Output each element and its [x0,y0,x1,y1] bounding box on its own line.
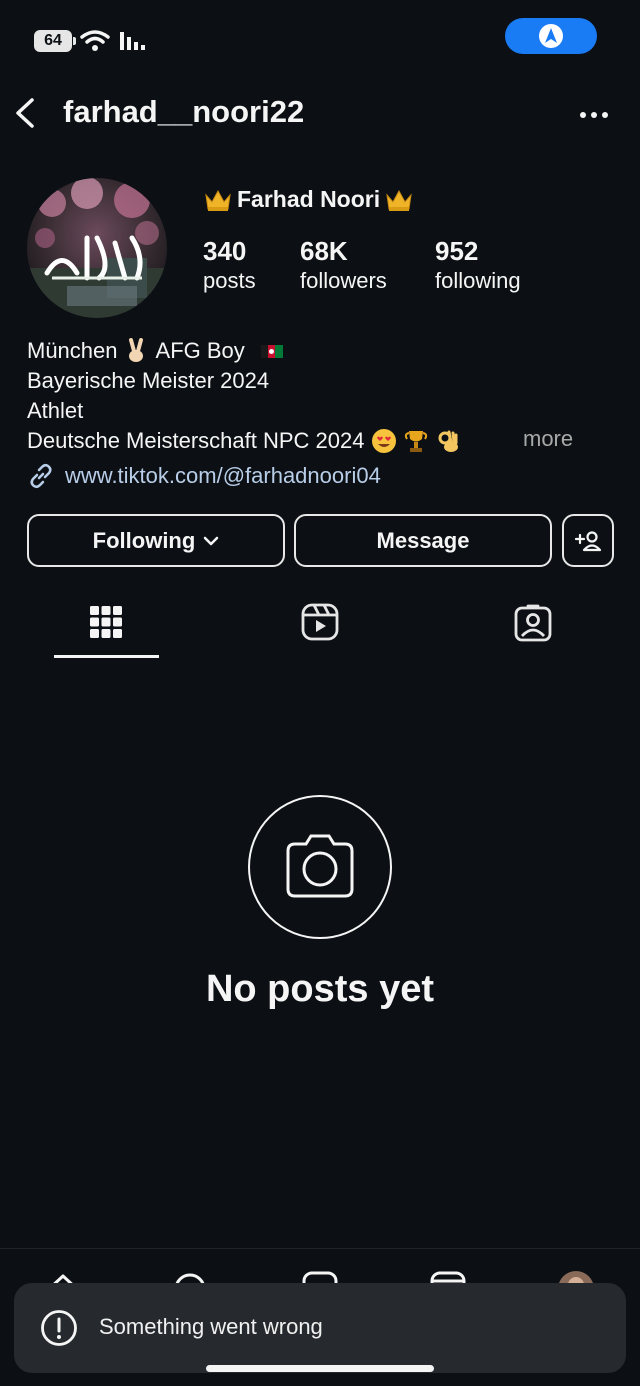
crown-icon [386,189,412,211]
battery-level: 64 [44,32,62,49]
link-icon [30,463,52,489]
camera-icon [286,834,354,898]
followers-label: followers [300,268,387,293]
tagged-icon[interactable] [513,600,553,644]
profile-link-text[interactable]: www.tiktok.com/@farhadnoori04 [65,463,381,489]
navigation-pill[interactable] [505,18,597,54]
battery-icon: 64 [34,30,76,52]
home-indicator[interactable] [206,1365,434,1372]
following-button[interactable]: Following [27,514,285,567]
avatar[interactable] [27,178,167,318]
display-name-text: Farhad Noori [237,186,381,212]
wifi-icon [80,30,110,51]
trophy-icon [404,431,427,452]
alert-icon [41,1310,77,1346]
bio-line: Bayerische Meister 2024 [27,368,270,393]
profile-username: farhad__noori22 [63,94,305,129]
following-button-label: Following [92,527,196,553]
crown-icon [205,189,231,211]
bio-line: Deutsche Meisterschaft NPC 2024 [27,426,461,456]
bio-championship: Deutsche Meisterschaft NPC 2024 [27,428,365,453]
active-tab-indicator [54,655,159,658]
signal-icon [120,32,145,50]
bio-more-link[interactable]: more [523,426,573,452]
heart-eyes-emoji-icon [371,429,396,453]
followers-number: 68K [300,236,348,266]
posts-label: posts [203,268,256,293]
chevron-down-icon [204,536,219,545]
add-person-icon [574,530,602,551]
message-button-label: Message [376,527,470,553]
status-bar: 64 [0,0,640,80]
following-number: 952 [435,236,479,266]
empty-state-circle [248,795,392,939]
navigation-arrow-icon [539,24,563,48]
following-label: following [435,268,521,293]
victory-hand-icon [128,338,143,362]
posts-number: 340 [203,236,247,266]
display-name: Farhad Noori [203,186,414,213]
followers-count[interactable]: 68K followers [300,236,387,294]
bio-line: Athlet [27,398,84,423]
reels-icon[interactable] [300,600,340,644]
posts-count: 340 posts [203,236,256,294]
profile-link[interactable]: www.tiktok.com/@farhadnoori04 [27,462,381,490]
profile-bio: München AFG Boy Bayerische Meister 2024 … [27,336,461,456]
message-button[interactable]: Message [294,514,552,567]
more-options-icon[interactable] [574,98,614,132]
back-arrow-icon[interactable] [10,96,44,130]
empty-state-message: No posts yet [205,968,435,1010]
bio-tagline: AFG Boy [155,338,245,363]
grid-icon[interactable] [86,600,126,644]
error-toast: Something went wrong [14,1283,626,1373]
toast-message: Something went wrong [99,1314,323,1339]
following-count[interactable]: 952 following [435,236,521,294]
bio-line: München AFG Boy [27,336,461,366]
ok-hand-icon [438,430,458,452]
bio-city: München [27,338,118,363]
afghanistan-flag-icon [260,345,283,358]
suggested-users-button[interactable] [562,514,614,567]
